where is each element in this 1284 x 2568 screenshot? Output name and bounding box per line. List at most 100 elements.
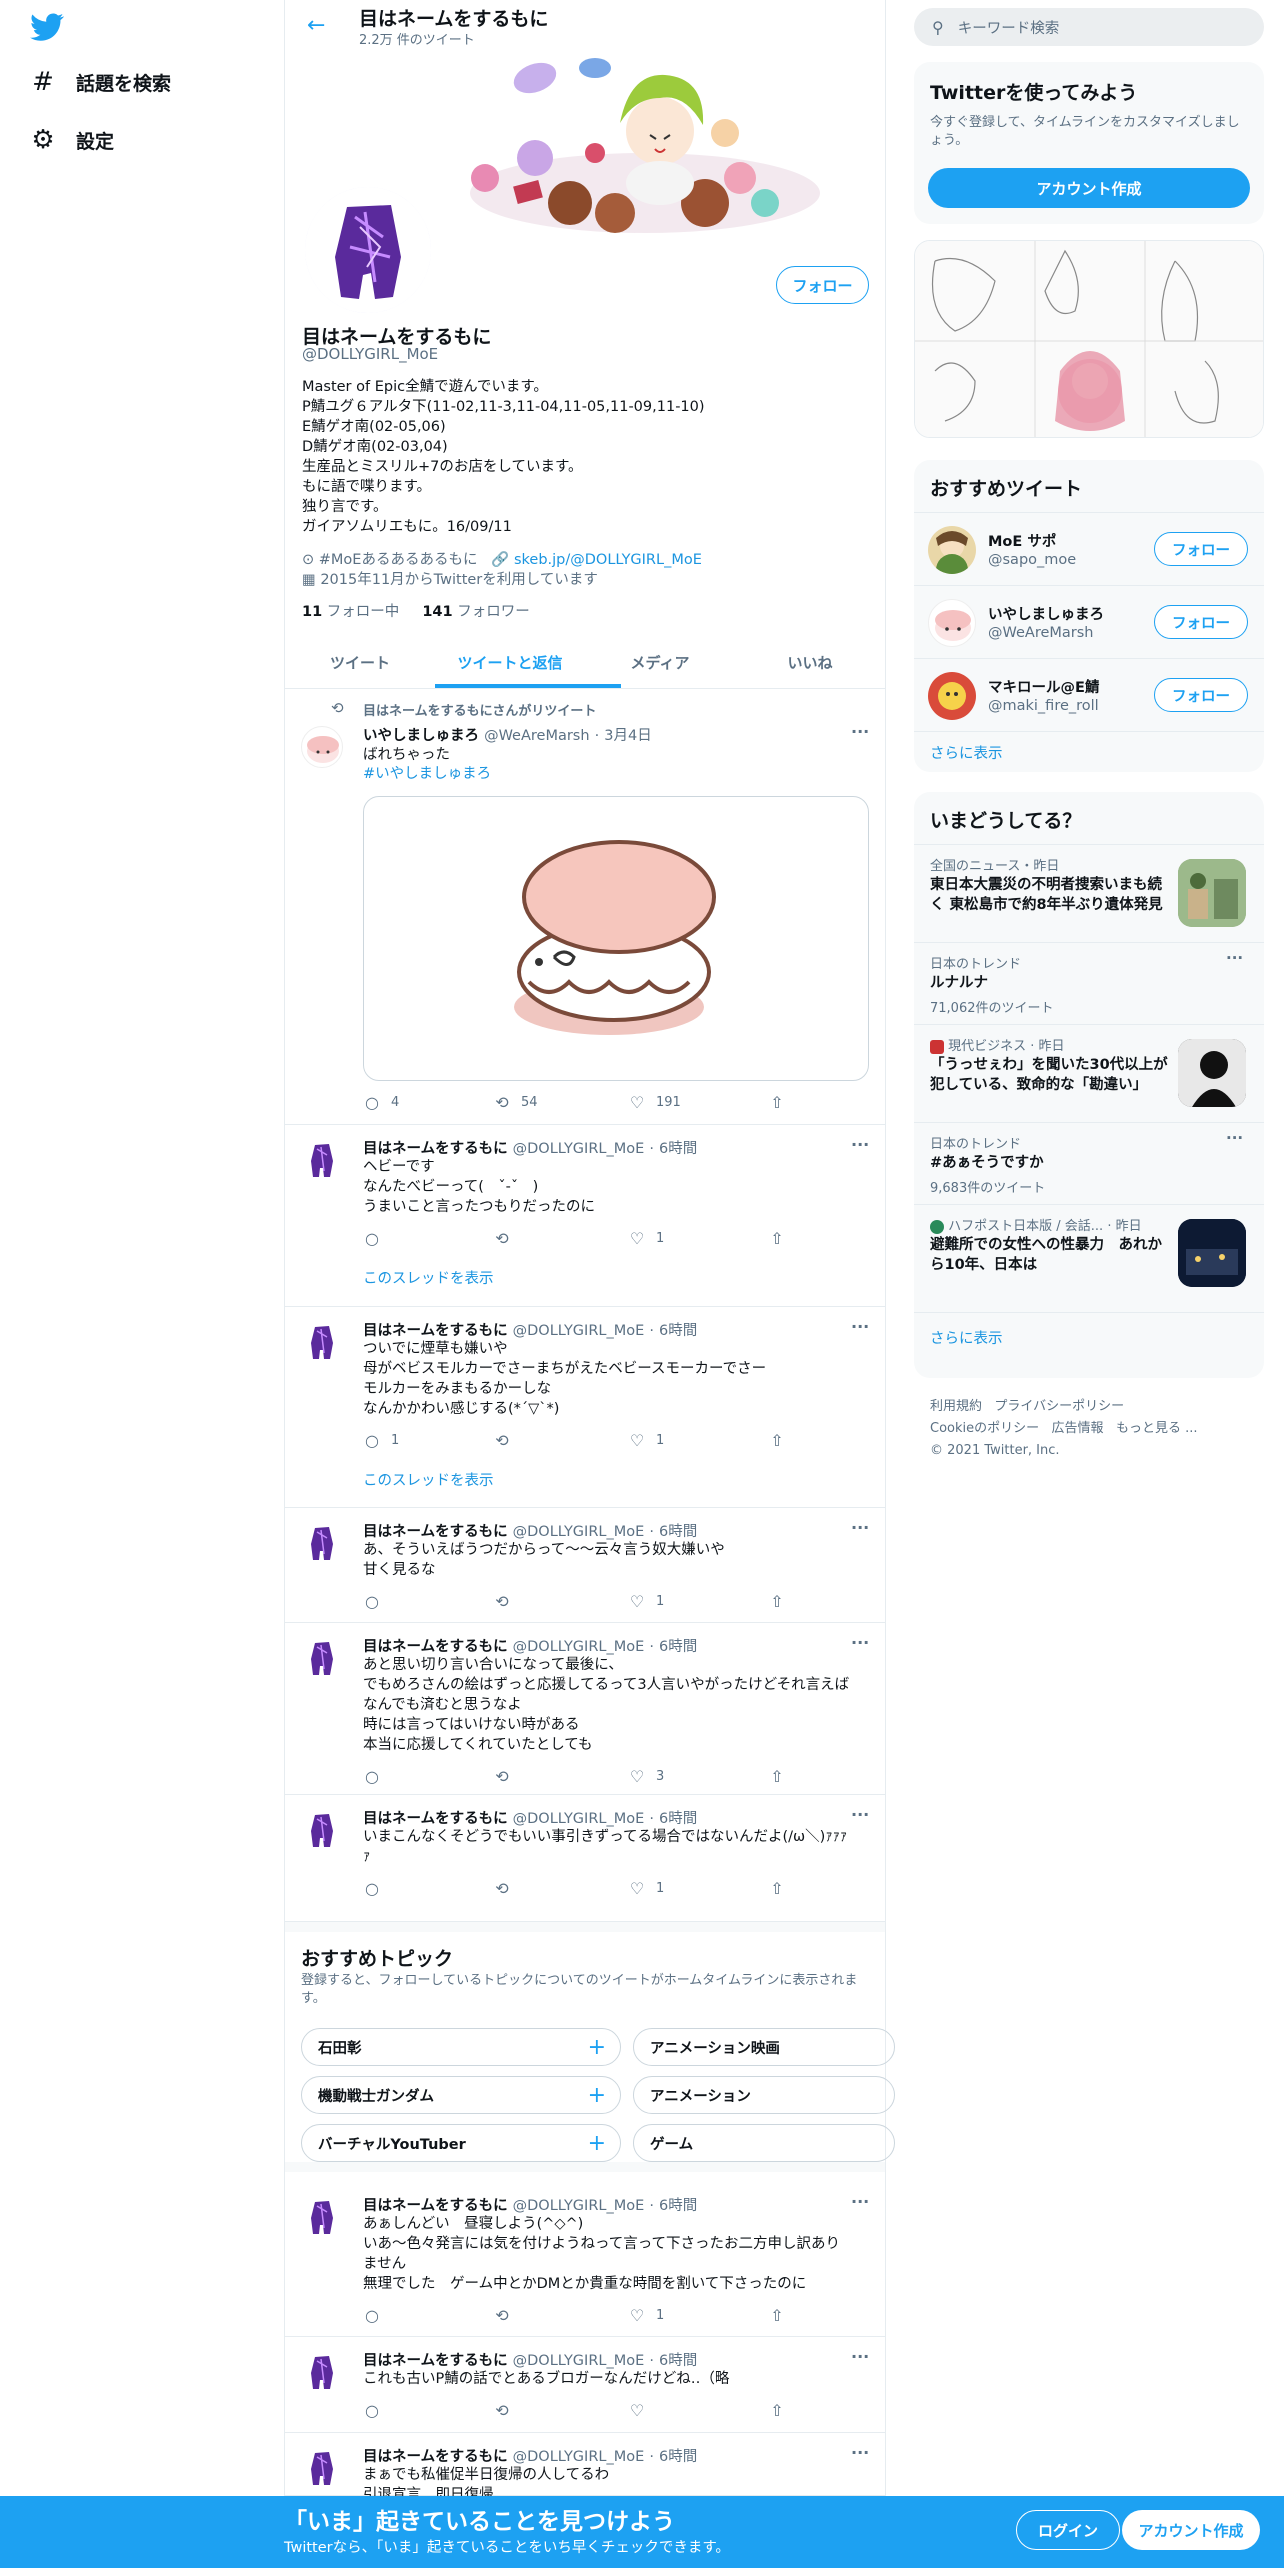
avatar[interactable] xyxy=(928,599,976,647)
plus-icon[interactable]: + xyxy=(588,2131,606,2156)
more-icon[interactable]: ··· xyxy=(851,1317,869,1336)
tweet-author[interactable]: 目はネームをするもに @DOLLYGIRL_MoE · 6時間 xyxy=(363,1520,697,1541)
profile-website[interactable]: skeb.jp/@DOLLYGIRL_MoE xyxy=(514,552,702,568)
tweet-author[interactable]: 目はネームをするもに @DOLLYGIRL_MoE · 6時間 xyxy=(363,1635,697,1656)
footer-link[interactable]: もっと見る ... xyxy=(1116,1421,1198,1436)
tweet-author[interactable]: 目はネームをするもに @DOLLYGIRL_MoE · 6時間 xyxy=(363,1807,697,1828)
retweet-button[interactable]: ⟲ xyxy=(493,2306,521,2325)
avatar[interactable] xyxy=(301,1637,343,1679)
search-input[interactable]: キーワード検索 xyxy=(958,17,1060,38)
more-icon[interactable]: ··· xyxy=(851,2347,869,2366)
following-link[interactable]: 11 フォロー中 xyxy=(302,604,399,620)
tab-tweets-replies[interactable]: ツイートと返信 xyxy=(435,636,621,688)
like-button[interactable]: ♡ xyxy=(628,2401,656,2420)
like-button[interactable]: ♡ 1 xyxy=(628,2306,664,2325)
reply-button[interactable]: ○ xyxy=(363,1592,391,1611)
more-icon[interactable]: ··· xyxy=(1226,1129,1243,1147)
trend-item[interactable]: 現代ビジネス · 昨日 「うっせぇわ」を聞いた30代以上が犯している、致命的な「… xyxy=(914,1024,1264,1122)
tweet-author[interactable]: 目はネームをするもに @DOLLYGIRL_MoE · 6時間 xyxy=(363,2445,697,2466)
share-button[interactable]: ⇧ xyxy=(768,2306,786,2325)
hashtag-link[interactable]: #いやしましゅまろ xyxy=(363,764,491,784)
more-icon[interactable]: ··· xyxy=(851,722,869,741)
footer-link[interactable]: 利用規約 xyxy=(930,1399,982,1414)
footer-link[interactable]: プライバシーポリシー xyxy=(994,1399,1124,1414)
tweet-author[interactable]: 目はネームをするもに @DOLLYGIRL_MoE · 6時間 xyxy=(363,2349,697,2370)
show-thread-link[interactable]: このスレッドを表示 xyxy=(363,1267,494,1288)
share-button[interactable]: ⇧ xyxy=(768,1879,786,1898)
footer-link[interactable]: Cookieのポリシー xyxy=(930,1421,1039,1436)
trend-item[interactable]: 日本のトレンド #あぁそうですか 9,683件のツイート ··· xyxy=(914,1122,1264,1204)
reply-button[interactable]: ○ 4 xyxy=(363,1093,399,1112)
more-icon[interactable]: ··· xyxy=(851,1805,869,1824)
media-grid[interactable] xyxy=(914,240,1264,438)
avatar[interactable] xyxy=(928,672,976,720)
trend-item[interactable]: 全国のニュース・昨日 東日本大震災の不明者捜索いまも続く 東松島市で約8年半ぶり… xyxy=(914,844,1264,942)
avatar[interactable] xyxy=(301,2447,343,2489)
topic-chip[interactable]: バーチャルYouTuber + xyxy=(301,2124,621,2162)
avatar[interactable] xyxy=(301,2351,343,2393)
share-button[interactable]: ⇧ xyxy=(768,1093,786,1112)
retweet-button[interactable]: ⟲ xyxy=(493,1592,521,1611)
tweet-author[interactable]: いやしましゅまろ @WeAreMarsh · 3月4日 xyxy=(363,724,652,745)
follow-button[interactable]: フォロー xyxy=(1154,678,1248,712)
more-icon[interactable]: ··· xyxy=(851,1518,869,1537)
share-button[interactable]: ⇧ xyxy=(768,1431,786,1450)
share-button[interactable]: ⇧ xyxy=(768,1592,786,1611)
show-more-link[interactable]: さらに表示 xyxy=(914,731,1264,772)
more-icon[interactable]: ··· xyxy=(851,1135,869,1154)
avatar[interactable] xyxy=(301,1139,343,1181)
reply-button[interactable]: ○ xyxy=(363,1767,391,1786)
topic-chip[interactable]: アニメーション xyxy=(633,2076,895,2114)
follow-button[interactable]: フォロー xyxy=(776,266,869,304)
show-thread-link[interactable]: このスレッドを表示 xyxy=(363,1469,494,1490)
topic-chip[interactable]: 機動戦士ガンダム + xyxy=(301,2076,621,2114)
more-icon[interactable]: ··· xyxy=(1226,949,1243,967)
like-button[interactable]: ♡ 191 xyxy=(628,1093,681,1112)
retweet-button[interactable]: ⟲ xyxy=(493,2401,521,2420)
reply-button[interactable]: ○ xyxy=(363,1229,391,1248)
plus-icon[interactable]: + xyxy=(588,2083,606,2108)
tweet-author[interactable]: 目はネームをするもに @DOLLYGIRL_MoE · 6時間 xyxy=(363,2194,697,2215)
back-arrow-icon[interactable]: ← xyxy=(307,14,331,38)
followers-link[interactable]: 141 フォロワー xyxy=(422,604,529,620)
like-button[interactable]: ♡ 1 xyxy=(628,1592,664,1611)
trend-item[interactable]: ハフポスト日本版 / 会話... · 昨日 避難所での女性への性暴力 あれから1… xyxy=(914,1204,1264,1312)
retweet-button[interactable]: ⟲ 54 xyxy=(493,1093,537,1112)
avatar[interactable] xyxy=(301,2196,343,2238)
share-button[interactable]: ⇧ xyxy=(768,1229,786,1248)
recommended-user[interactable]: いやしましゅまろ @WeAreMarsh フォロー xyxy=(914,585,1264,658)
reply-button[interactable]: ○ xyxy=(363,2401,391,2420)
signup-button[interactable]: アカウント作成 xyxy=(1122,2510,1260,2550)
topic-chip[interactable]: 石田彰 + xyxy=(301,2028,621,2066)
search-box[interactable]: ⚲ キーワード検索 xyxy=(914,8,1264,46)
like-button[interactable]: ♡ 1 xyxy=(628,1431,664,1450)
tweet-media[interactable] xyxy=(363,796,869,1081)
avatar[interactable] xyxy=(301,1809,343,1851)
footer-link[interactable]: 広告情報 xyxy=(1052,1421,1104,1436)
more-icon[interactable]: ··· xyxy=(851,1633,869,1652)
tab-media[interactable]: メディア xyxy=(585,636,735,688)
plus-icon[interactable]: + xyxy=(588,2035,606,2060)
avatar[interactable] xyxy=(301,1321,343,1363)
more-icon[interactable]: ··· xyxy=(851,2443,869,2462)
login-button[interactable]: ログイン xyxy=(1016,2510,1120,2550)
profile-avatar[interactable] xyxy=(301,183,435,317)
share-button[interactable]: ⇧ xyxy=(768,2401,786,2420)
trend-item[interactable]: 日本のトレンド ルナルナ 71,062件のツイート ··· xyxy=(914,942,1264,1024)
create-account-button[interactable]: アカウント作成 xyxy=(928,168,1250,208)
retweet-button[interactable]: ⟲ xyxy=(493,1229,521,1248)
like-button[interactable]: ♡ 1 xyxy=(628,1229,664,1248)
nav-settings[interactable]: ⚙ 設定 xyxy=(30,120,114,160)
avatar[interactable] xyxy=(301,726,343,768)
tweet-author[interactable]: 目はネームをするもに @DOLLYGIRL_MoE · 6時間 xyxy=(363,1319,697,1340)
retweet-button[interactable]: ⟲ xyxy=(493,1431,521,1450)
follow-button[interactable]: フォロー xyxy=(1154,605,1248,639)
follow-button[interactable]: フォロー xyxy=(1154,532,1248,566)
like-button[interactable]: ♡ 3 xyxy=(628,1767,664,1786)
reply-button[interactable]: ○ xyxy=(363,1879,391,1898)
retweet-button[interactable]: ⟲ xyxy=(493,1879,521,1898)
avatar[interactable] xyxy=(301,1522,343,1564)
tweet-author[interactable]: 目はネームをするもに @DOLLYGIRL_MoE · 6時間 xyxy=(363,1137,697,1158)
retweet-button[interactable]: ⟲ xyxy=(493,1767,521,1786)
show-more-link[interactable]: さらに表示 xyxy=(914,1312,1264,1378)
